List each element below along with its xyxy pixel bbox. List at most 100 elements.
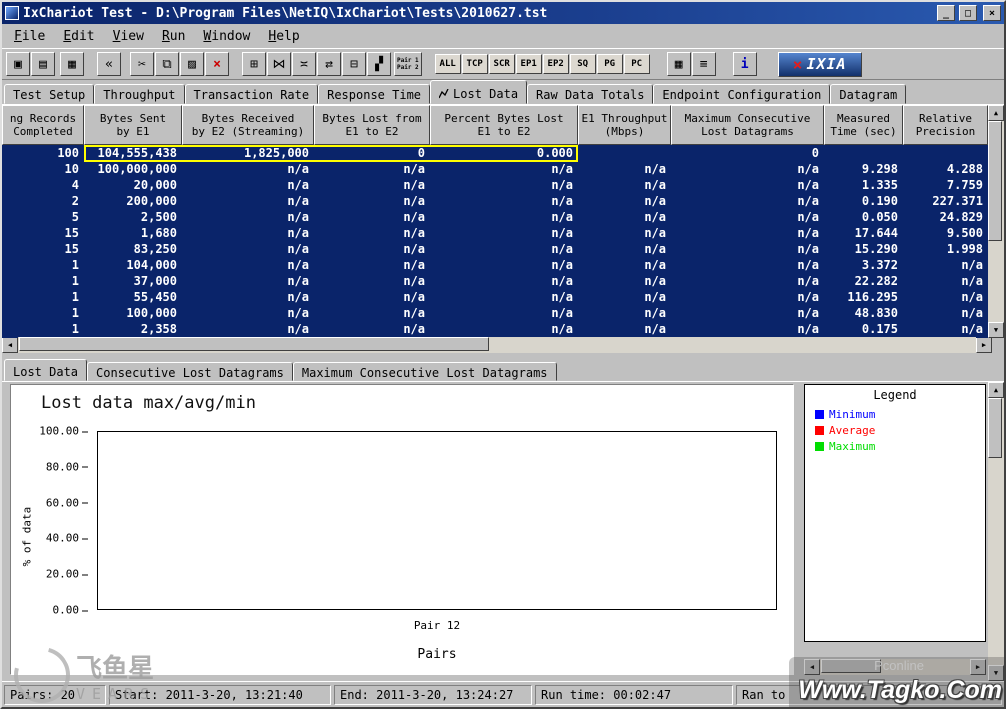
close-button[interactable]: × <box>983 5 1001 21</box>
pane-v-scrollbar[interactable]: ▲ ▼ <box>988 382 1004 681</box>
scroll-track[interactable] <box>18 337 976 353</box>
table-cell: 1 <box>71 290 79 304</box>
menu-item-window[interactable]: Window <box>194 26 259 47</box>
tab-throughput[interactable]: Throughput <box>94 84 185 104</box>
list-view-button[interactable]: ≡ <box>691 52 716 76</box>
tab-transaction-rate[interactable]: Transaction Rate <box>184 84 319 104</box>
filter-ep2-button[interactable]: EP2 <box>542 54 569 74</box>
grid-view-button[interactable]: ▦ <box>666 52 691 76</box>
table-row[interactable]: 1 2,358 n/a n/a n/a n/a n/a 0.175 n/a <box>2 321 988 337</box>
tab-consecutive-lost-datagrams[interactable]: Consecutive Lost Datagrams <box>87 362 293 381</box>
filter-ep1-button[interactable]: EP1 <box>515 54 542 74</box>
scroll-track[interactable] <box>820 659 970 675</box>
filter-sq-button[interactable]: SQ <box>569 54 596 74</box>
column-header-bytes-received-by-e2-streaming[interactable]: Bytes Received by E2 (Streaming) <box>182 105 314 145</box>
table-row[interactable]: 1 104,000 n/a n/a n/a n/a n/a 3.372 n/a <box>2 257 988 273</box>
scroll-right-button[interactable]: ▶ <box>970 659 986 675</box>
table-row[interactable]: 100 104,555,438 1,825,000 0 0.000 0 <box>2 145 988 161</box>
scroll-right-button[interactable]: ▶ <box>976 337 992 353</box>
tab-raw-data-totals[interactable]: Raw Data Totals <box>527 84 654 104</box>
filter-scr-button[interactable]: SCR <box>488 54 515 74</box>
pair-view-button[interactable]: ▞ <box>367 52 391 76</box>
scroll-thumb[interactable] <box>19 337 489 351</box>
scroll-down-button[interactable]: ▼ <box>988 665 1004 681</box>
add-pair-button[interactable]: ⊞ <box>242 52 266 76</box>
table-cell: n/a <box>403 258 425 272</box>
scroll-track[interactable] <box>988 398 1004 665</box>
scroll-up-button[interactable]: ▲ <box>988 382 1004 398</box>
scroll-left-icon: ◀ <box>7 341 13 349</box>
legend-item-average: Average <box>815 424 985 437</box>
toolbar: ▣ ▤ ▦ « ✂ ⧉ ▨ × ⊞ ⋈ ≍ ⇄ ⊟ ▞ Pair 1 Pair 2 ALL TCP SCR EP1 EP… <box>2 48 1004 80</box>
filter-pc-button[interactable]: PC <box>623 54 650 74</box>
menu-item-help[interactable]: Help <box>259 26 308 47</box>
save-button[interactable]: ▣ <box>6 52 30 76</box>
pair-12-button[interactable]: Pair 1 Pair 2 <box>394 52 422 76</box>
cut-button[interactable]: ✂ <box>130 52 154 76</box>
tab-endpoint-configuration[interactable]: Endpoint Configuration <box>653 84 831 104</box>
table-row[interactable]: 15 83,250 n/a n/a n/a n/a n/a 15.290 1.998 <box>2 241 988 257</box>
menu-item-view[interactable]: View <box>104 26 153 47</box>
delete-button[interactable]: × <box>205 52 229 76</box>
table-cell: n/a <box>551 210 573 224</box>
table-cell: n/a <box>287 306 309 320</box>
scroll-left-button[interactable]: ◀ <box>804 659 820 675</box>
table-cell: n/a <box>551 194 573 208</box>
pair-copy-button[interactable]: ≍ <box>292 52 316 76</box>
column-header-percent-bytes-lost-e1-to-e2[interactable]: Percent Bytes Lost E1 to E2 <box>430 105 578 145</box>
column-header-relative-precision[interactable]: Relative Precision <box>903 105 988 145</box>
legend-h-scrollbar[interactable]: ◀ ▶ <box>804 659 986 675</box>
table-row[interactable]: 4 20,000 n/a n/a n/a n/a n/a 1.335 7.759 <box>2 177 988 193</box>
tab-label: Transaction Rate <box>193 88 310 102</box>
table-row[interactable]: 5 2,500 n/a n/a n/a n/a n/a 0.050 24.829 <box>2 209 988 225</box>
filter-all-button[interactable]: ALL <box>434 54 461 74</box>
maximize-button[interactable]: □ <box>959 5 977 21</box>
scroll-thumb[interactable] <box>988 398 1002 458</box>
app-icon[interactable] <box>5 6 19 20</box>
rewind-button[interactable]: « <box>97 52 121 76</box>
scroll-down-button[interactable]: ▼ <box>988 322 1004 338</box>
menu-item-edit[interactable]: Edit <box>54 26 103 47</box>
column-header-bytes-lost-from-e1-to-e2[interactable]: Bytes Lost from E1 to E2 <box>314 105 430 145</box>
edit-grid-button[interactable]: ▦ <box>60 52 84 76</box>
table-cell: 0 <box>811 146 819 160</box>
tab-response-time[interactable]: Response Time <box>318 84 431 104</box>
table-v-scrollbar[interactable]: ▲ ▼ <box>988 105 1004 338</box>
help-info-button[interactable]: i <box>732 52 757 76</box>
table-row[interactable]: 1 37,000 n/a n/a n/a n/a n/a 22.282 n/a <box>2 273 988 289</box>
print-button[interactable]: ▤ <box>31 52 55 76</box>
pair-swap-button[interactable]: ⇄ <box>317 52 341 76</box>
scroll-thumb[interactable] <box>988 121 1002 241</box>
tab-lost-data[interactable]: Lost Data <box>4 359 88 381</box>
pair-group-button[interactable]: ⊟ <box>342 52 366 76</box>
tab-maximum-consecutive-lost-datagrams[interactable]: Maximum Consecutive Lost Datagrams <box>292 362 557 381</box>
copy-button[interactable]: ⧉ <box>155 52 179 76</box>
table-row[interactable]: 1 100,000 n/a n/a n/a n/a n/a 48.830 n/a <box>2 305 988 321</box>
scroll-track[interactable] <box>988 121 1004 322</box>
table-row[interactable]: 1 55,450 n/a n/a n/a n/a n/a 116.295 n/a <box>2 289 988 305</box>
menu-item-run[interactable]: Run <box>153 26 194 47</box>
column-header-measured-time-sec[interactable]: Measured Time (sec) <box>824 105 903 145</box>
table-row[interactable]: 15 1,680 n/a n/a n/a n/a n/a 17.644 9.500 <box>2 225 988 241</box>
column-header-maximum-consecutive-lost-datagrams[interactable]: Maximum Consecutive Lost Datagrams <box>671 105 824 145</box>
scroll-left-button[interactable]: ◀ <box>2 337 18 353</box>
minimize-button[interactable]: _ <box>937 5 955 21</box>
table-h-scrollbar[interactable]: ◀ ▶ <box>2 337 1004 353</box>
pair-link-button[interactable]: ⋈ <box>267 52 291 76</box>
tab-lost-data[interactable]: Lost Data <box>430 80 528 104</box>
table-row[interactable]: 10 100,000,000 n/a n/a n/a n/a n/a 9.298 4.288 <box>2 161 988 177</box>
scroll-thumb[interactable] <box>821 659 881 673</box>
filter-tcp-button[interactable]: TCP <box>461 54 488 74</box>
tab-datagram[interactable]: Datagram <box>830 84 907 104</box>
y-tick-label: 20.00 <box>45 567 89 581</box>
scroll-up-icon: ▲ <box>993 386 999 394</box>
column-header-ng-records-completed[interactable]: ng Records Completed <box>2 105 84 145</box>
tab-test-setup[interactable]: Test Setup <box>4 84 95 104</box>
column-header-e1-throughput-mbps[interactable]: E1 Throughput (Mbps) <box>578 105 671 145</box>
menu-item-file[interactable]: File <box>5 26 54 47</box>
scroll-up-button[interactable]: ▲ <box>988 105 1004 121</box>
column-header-bytes-sent-by-e1[interactable]: Bytes Sent by E1 <box>84 105 182 145</box>
filter-pg-button[interactable]: PG <box>596 54 623 74</box>
table-row[interactable]: 2 200,000 n/a n/a n/a n/a n/a 0.190 227.371 <box>2 193 988 209</box>
paste-button[interactable]: ▨ <box>180 52 204 76</box>
